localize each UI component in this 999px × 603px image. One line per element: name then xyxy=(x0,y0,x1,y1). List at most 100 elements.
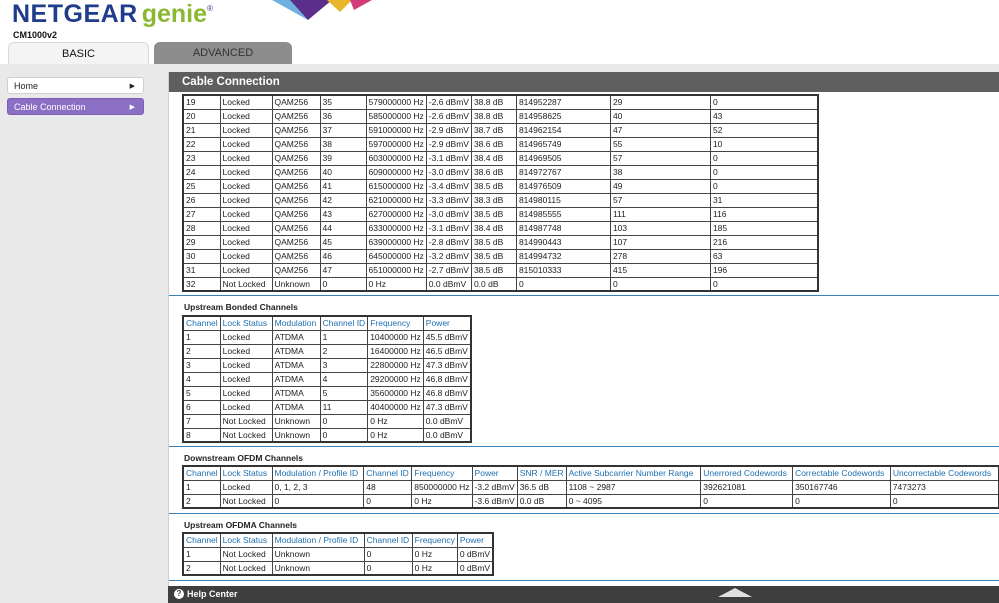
table-cell: 38.5 dB xyxy=(470,206,517,222)
table-row: 2 Locked ATDMA 2 16400000 Hz 46.5 dBmV xyxy=(182,343,472,359)
table-cell: 4 xyxy=(182,371,221,387)
arrow-right-icon: ▶ xyxy=(129,83,135,90)
table-cell: 5 xyxy=(319,385,369,401)
sidebar-item-cable-connection[interactable]: Cable Connection ▶ xyxy=(7,98,144,115)
table-cell: Locked xyxy=(219,248,273,264)
table-cell: 10 xyxy=(709,136,819,152)
content-scroll-area[interactable]: 19 Locked QAM256 35 579000000 Hz -2.6 dBmV 38.… xyxy=(169,92,999,585)
table-cell: 0 ~ 4095 xyxy=(565,493,702,509)
table-cell: Locked xyxy=(219,164,273,180)
column-header: Correctable Codewords xyxy=(792,465,891,481)
header: NETGEAR genie® CM1000v2 BASIC ADVANCED xyxy=(0,0,999,64)
table-cell: 0 Hz xyxy=(365,276,427,292)
table-row: 32 Not Locked Unknown 0 0 Hz 0.0 dBmV 0.0 dB 0 0… xyxy=(182,276,819,292)
table-cell: Not Locked xyxy=(219,413,273,429)
downstream-ofdm-table: Channel Lock Status Modulation / Profile I… xyxy=(182,465,999,509)
table-cell: QAM256 xyxy=(271,178,321,194)
table-cell: -3.1 dBmV xyxy=(425,220,472,236)
table-cell: 46 xyxy=(319,248,367,264)
table-cell: 20 xyxy=(182,108,221,124)
table-row: 24 Locked QAM256 40 609000000 Hz -3.0 dBmV 38.… xyxy=(182,164,819,180)
table-row: 23 Locked QAM256 39 603000000 Hz -3.1 dBmV 38.… xyxy=(182,150,819,166)
help-center-bar[interactable]: ? Help Center xyxy=(168,586,999,603)
section-divider xyxy=(169,295,999,296)
sidebar-item-home[interactable]: Home ▶ xyxy=(7,77,144,94)
table-cell: -2.9 dBmV xyxy=(425,122,472,138)
table-cell: 24 xyxy=(182,164,221,180)
table-cell: 31 xyxy=(182,262,221,278)
table-cell: 1 xyxy=(182,329,221,345)
table-cell: Locked xyxy=(219,234,273,250)
table-cell: 29 xyxy=(182,234,221,250)
table-cell: 0 xyxy=(271,493,365,509)
table-row: 2 Not Locked 0 0 0 Hz -3.6 dBmV 0.0 dB 0 ~ 4095… xyxy=(182,493,999,509)
table-cell: 0.0 dBmV xyxy=(422,413,472,429)
table-cell: 0 Hz xyxy=(367,427,424,443)
table-row: 8 Not Locked Unknown 0 0 Hz 0.0 dBmV xyxy=(182,427,472,443)
table-cell: 47 xyxy=(609,122,711,138)
table-cell: 47.3 dBmV xyxy=(422,399,472,415)
table-cell: -3.3 dBmV xyxy=(425,192,472,208)
table-cell: 350167746 xyxy=(792,479,891,495)
tab-basic[interactable]: BASIC xyxy=(8,42,149,64)
table-cell: 1 xyxy=(182,546,221,562)
table-cell: 3 xyxy=(319,357,369,373)
column-header: Modulation / Profile ID xyxy=(271,532,365,548)
sidebar-item-label: Cable Connection xyxy=(14,102,86,112)
column-header: Power xyxy=(456,532,494,548)
table-cell: -2.6 dBmV xyxy=(425,108,472,124)
table-cell: Locked xyxy=(219,357,273,373)
column-header: Frequency xyxy=(411,532,458,548)
table-cell: 63 xyxy=(709,248,819,264)
table-cell: Locked xyxy=(219,343,273,359)
table-cell: 0 dBmV xyxy=(456,560,494,576)
table-cell: 49 xyxy=(609,178,711,194)
table-cell: QAM256 xyxy=(271,136,321,152)
expand-caret-icon[interactable] xyxy=(718,588,752,597)
column-header: SNR / MER xyxy=(516,465,567,481)
table-cell: 35600000 Hz xyxy=(367,385,424,401)
column-header: Lock Status xyxy=(219,532,273,548)
table-cell: 0 xyxy=(709,164,819,180)
table-cell: 0 xyxy=(363,493,413,509)
table-cell: Locked xyxy=(219,192,273,208)
table-cell: 0 xyxy=(709,276,819,292)
column-header: Lock Status xyxy=(219,315,273,331)
section-divider xyxy=(169,580,999,581)
model-name: CM1000v2 xyxy=(13,30,58,40)
table-cell: QAM256 xyxy=(271,150,321,166)
tab-advanced[interactable]: ADVANCED xyxy=(154,42,292,64)
table-cell: 38.4 dB xyxy=(470,150,517,166)
column-header: Modulation xyxy=(271,315,321,331)
table-cell: Unknown xyxy=(271,560,365,576)
table-cell: 850000000 Hz xyxy=(411,479,473,495)
table-cell: Locked xyxy=(219,178,273,194)
table-cell: 107 xyxy=(609,234,711,250)
table-cell: 0 xyxy=(319,413,369,429)
table-cell: 3 xyxy=(182,357,221,373)
table-row: 31 Locked QAM256 47 651000000 Hz -2.7 dBmV 38.… xyxy=(182,262,819,278)
table-header-row: Channel Lock Status Modulation Channel ID Fr… xyxy=(182,315,472,331)
table-cell: 814962154 xyxy=(515,122,611,138)
table-cell: 38.8 dB xyxy=(470,108,517,124)
table-cell: 47.3 dBmV xyxy=(422,357,472,373)
table-cell: 40400000 Hz xyxy=(367,399,424,415)
table-cell: 23 xyxy=(182,150,221,166)
table-cell: QAM256 xyxy=(271,220,321,236)
table-cell: 4 xyxy=(319,371,369,387)
table-cell: 392621081 xyxy=(700,479,794,495)
table-cell: 40 xyxy=(609,108,711,124)
table-cell: 40 xyxy=(319,164,367,180)
table-cell: 597000000 Hz xyxy=(365,136,427,152)
table-cell: 1 xyxy=(182,479,221,495)
table-cell: ATDMA xyxy=(271,371,321,387)
table-cell: 38.7 dB xyxy=(470,122,517,138)
table-row: 25 Locked QAM256 41 615000000 Hz -3.4 dBmV 38.… xyxy=(182,178,819,194)
column-header: Uncorrectable Codewords xyxy=(889,465,999,481)
table-cell: 0.0 dB xyxy=(470,276,517,292)
table-cell: 651000000 Hz xyxy=(365,262,427,278)
table-cell: 43 xyxy=(319,206,367,222)
table-cell: 52 xyxy=(709,122,819,138)
table-cell: -3.0 dBmV xyxy=(425,164,472,180)
table-cell: 814987748 xyxy=(515,220,611,236)
